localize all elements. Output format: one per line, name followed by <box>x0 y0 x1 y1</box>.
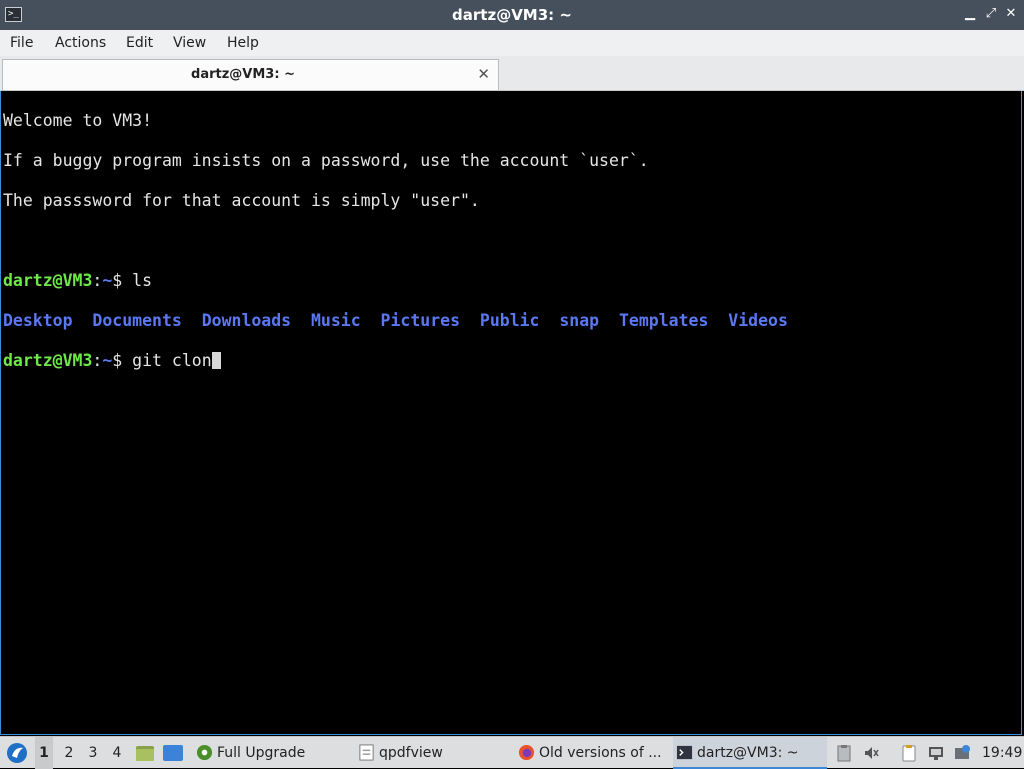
terminal-view[interactable]: Welcome to VM3! If a buggy program insis… <box>0 91 1022 735</box>
clock[interactable]: 19:49 <box>982 737 1022 769</box>
file-manager-launcher[interactable] <box>134 737 156 769</box>
dir-desktop: Desktop <box>3 311 73 330</box>
workspace-2[interactable]: 2 <box>60 737 78 769</box>
task-label: Full Upgrade <box>217 745 306 761</box>
menu-view[interactable]: View <box>173 30 206 56</box>
maximize-button[interactable]: ⤢ <box>983 6 999 22</box>
prompt-colon: : <box>92 351 103 370</box>
clipboard-icon[interactable] <box>835 744 853 762</box>
tab-terminal[interactable]: dartz@VM3: ~ ✕ <box>2 59 499 90</box>
firefox-icon <box>518 744 535 761</box>
terminal-output: Welcome to VM3! If a buggy program insis… <box>3 91 788 411</box>
dir-downloads: Downloads <box>201 311 292 330</box>
prompt-colon: : <box>92 271 103 290</box>
command-text: ls <box>132 271 153 290</box>
menu-file[interactable]: File <box>10 30 33 56</box>
terminal-prompt-line: dartz@VM3:~$ git clon <box>3 351 788 371</box>
text-cursor <box>211 352 221 369</box>
task-label: Old versions of ... <box>539 745 662 761</box>
clipboard-manager-icon[interactable] <box>900 744 918 762</box>
prompt-user: dartz@VM3 <box>3 271 93 290</box>
task-label: dartz@VM3: ~ <box>697 745 799 761</box>
dir-music: Music <box>310 311 361 330</box>
task-qpdfview[interactable]: qpdfview <box>355 737 505 769</box>
terminal-icon <box>676 745 693 760</box>
network-wired-icon[interactable] <box>927 744 945 762</box>
workspace-4[interactable]: 4 <box>108 737 126 769</box>
dir-snap: snap <box>559 311 600 330</box>
window-title: dartz@VM3: ~ <box>452 6 572 24</box>
prompt-user: dartz@VM3 <box>3 351 93 370</box>
desktop-icon <box>163 745 183 761</box>
start-menu-button[interactable] <box>4 737 30 769</box>
gear-icon <box>196 744 213 761</box>
terminal-line: If a buggy program insists on a password… <box>3 151 649 170</box>
volume-muted-icon[interactable] <box>862 744 880 762</box>
dir-public: Public <box>479 311 540 330</box>
menu-bar: File Actions Edit View Help <box>0 30 1024 56</box>
terminal-prompt-line: dartz@VM3:~$ ls <box>3 271 788 291</box>
show-desktop-button[interactable] <box>161 737 185 769</box>
ls-output-line: Desktop Documents Downloads Music Pictur… <box>3 311 788 331</box>
task-terminal[interactable]: dartz@VM3: ~ <box>673 737 827 769</box>
task-label: qpdfview <box>379 745 443 761</box>
folder-icon <box>136 746 154 761</box>
update-notifier-icon[interactable] <box>953 744 971 762</box>
terminal-line: The passsword for that account is simply… <box>3 191 480 210</box>
prompt-dollar: $ <box>112 351 133 370</box>
menu-edit[interactable]: Edit <box>126 30 153 56</box>
prompt-path: ~ <box>102 271 113 290</box>
terminal-line: Welcome to VM3! <box>3 111 153 130</box>
minimize-button[interactable]: ▁ <box>962 6 978 22</box>
prompt-dollar: $ <box>112 271 133 290</box>
pdf-icon <box>359 744 374 761</box>
dir-templates: Templates <box>619 311 709 330</box>
lubuntu-logo-icon <box>7 743 27 763</box>
command-input-text[interactable]: git clon <box>132 351 211 370</box>
workspace-3[interactable]: 3 <box>84 737 102 769</box>
dir-pictures: Pictures <box>380 311 461 330</box>
workspace-1[interactable]: 1 <box>35 737 53 769</box>
dir-videos: Videos <box>728 311 788 330</box>
prompt-path: ~ <box>102 351 113 370</box>
close-button[interactable]: ✕ <box>1003 6 1019 22</box>
tab-close-icon[interactable]: ✕ <box>477 65 490 83</box>
task-full-upgrade[interactable]: Full Upgrade <box>193 737 343 769</box>
taskbar: 1 2 3 4 Full Upgrade qpdfview Old versio… <box>0 736 1024 769</box>
menu-help[interactable]: Help <box>227 30 259 56</box>
window-titlebar[interactable]: >_ dartz@VM3: ~ ▁ ⤢ ✕ <box>0 0 1024 30</box>
dir-documents: Documents <box>92 311 182 330</box>
tab-bar: dartz@VM3: ~ ✕ <box>0 56 1024 91</box>
tab-label: dartz@VM3: ~ <box>191 67 295 82</box>
task-firefox[interactable]: Old versions of ... <box>515 737 667 769</box>
menu-actions[interactable]: Actions <box>55 30 106 56</box>
